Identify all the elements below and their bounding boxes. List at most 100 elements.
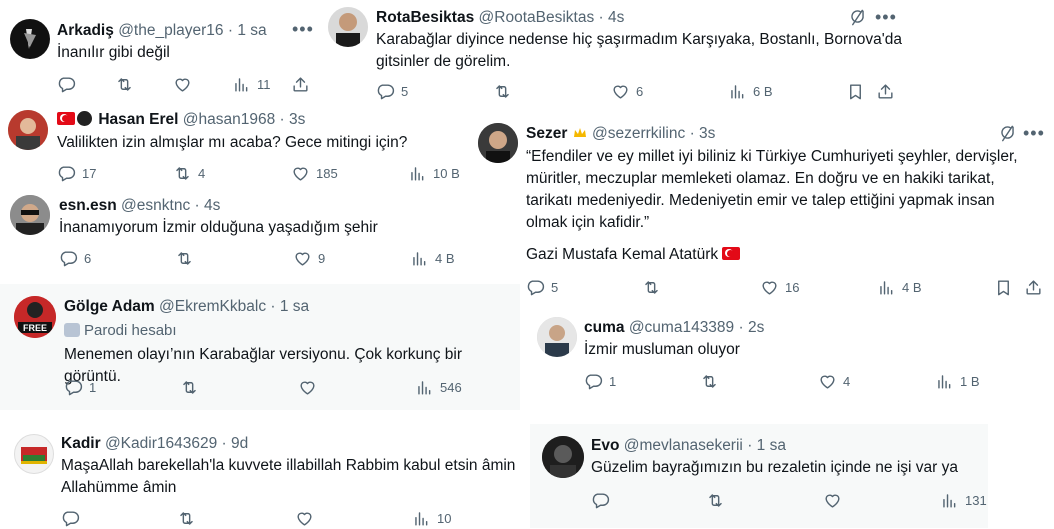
user-handle[interactable]: @mevlanasekerii bbox=[624, 437, 743, 454]
timestamp[interactable]: · 4s bbox=[195, 197, 221, 214]
like-button[interactable]: 6 bbox=[611, 82, 643, 101]
more-icon[interactable]: ••• bbox=[292, 19, 314, 40]
display-name[interactable]: Hasan Erel bbox=[98, 111, 178, 128]
avatar[interactable]: FREE bbox=[14, 296, 56, 338]
tweet-golge[interactable]: FREE Gölge Adam @EkremKkbalc · 1 sa Paro… bbox=[0, 284, 520, 410]
tweet-arkadis[interactable]: Arkadiş @the_player16 · 1 sa ••• İnanılı… bbox=[0, 0, 330, 100]
tweet-sezer[interactable]: Sezer @sezerrkilinc · 3s ••• “Efendiler … bbox=[468, 112, 1054, 308]
views-button[interactable]: 4 B bbox=[410, 249, 455, 268]
display-name[interactable]: esn.esn bbox=[59, 197, 117, 214]
tweet-esn[interactable]: esn.esn @esnktnc · 4s İnanamıyorum İzmir… bbox=[0, 190, 470, 282]
grok-button[interactable] bbox=[998, 124, 1017, 143]
retweet-button[interactable] bbox=[177, 509, 196, 528]
more-icon[interactable]: ••• bbox=[1023, 123, 1045, 144]
reply-button[interactable]: 6 bbox=[59, 249, 91, 268]
views-button[interactable]: 131 bbox=[940, 491, 987, 510]
timestamp[interactable]: · 9d bbox=[222, 435, 249, 452]
user-handle[interactable]: @Kadir1643629 bbox=[105, 435, 217, 452]
display-name[interactable]: Gölge Adam bbox=[64, 298, 155, 315]
timestamp[interactable]: · 3s bbox=[690, 125, 716, 142]
more-icon[interactable]: ••• bbox=[875, 7, 897, 28]
views-button[interactable]: 546 bbox=[415, 378, 462, 397]
retweet-button[interactable] bbox=[115, 75, 134, 94]
display-name[interactable]: Sezer bbox=[526, 125, 567, 142]
user-handle[interactable]: @cuma143389 bbox=[629, 319, 734, 336]
user-handle[interactable]: @hasan1968 bbox=[183, 111, 275, 128]
display-name[interactable]: RotaBesiktas bbox=[376, 9, 474, 26]
views-icon bbox=[728, 82, 747, 101]
views-button[interactable]: 4 B bbox=[877, 278, 922, 297]
timestamp[interactable]: · 2s bbox=[738, 319, 764, 336]
like-button[interactable] bbox=[823, 491, 842, 510]
grok-icon bbox=[998, 124, 1017, 143]
like-button[interactable]: 4 bbox=[818, 372, 850, 391]
display-name[interactable]: Arkadiş bbox=[57, 22, 114, 39]
views-button[interactable]: 11 bbox=[232, 75, 271, 94]
like-button[interactable] bbox=[173, 75, 192, 94]
display-name[interactable]: cuma bbox=[584, 319, 625, 336]
user-handle[interactable]: @RootaBesiktas bbox=[479, 9, 595, 26]
avatar[interactable] bbox=[8, 110, 48, 150]
reply-button[interactable]: 5 bbox=[526, 278, 558, 297]
retweet-button[interactable] bbox=[180, 378, 199, 397]
retweet-icon bbox=[175, 249, 194, 268]
bookmark-button[interactable] bbox=[846, 82, 865, 101]
avatar[interactable] bbox=[328, 7, 368, 47]
views-button[interactable]: 10 bbox=[412, 509, 451, 528]
avatar[interactable] bbox=[10, 19, 50, 59]
like-button[interactable]: 9 bbox=[293, 249, 325, 268]
retweet-button[interactable] bbox=[642, 278, 661, 297]
views-button[interactable]: 10 B bbox=[408, 164, 460, 183]
display-name[interactable]: Kadir bbox=[61, 435, 101, 452]
views-count: 10 bbox=[437, 511, 452, 526]
reply-button[interactable] bbox=[57, 75, 76, 94]
bookmark-button[interactable] bbox=[994, 278, 1013, 297]
retweet-button[interactable] bbox=[706, 491, 725, 510]
user-handle[interactable]: @EkremKkbalc bbox=[159, 298, 266, 315]
grok-button[interactable] bbox=[848, 8, 867, 27]
reply-button[interactable] bbox=[591, 491, 610, 510]
like-button[interactable] bbox=[298, 378, 317, 397]
views-button[interactable]: 6 B bbox=[728, 82, 773, 101]
timestamp[interactable]: · 1 sa bbox=[270, 298, 309, 315]
share-button[interactable] bbox=[1024, 278, 1043, 297]
retweet-button[interactable] bbox=[175, 249, 194, 268]
tweet-cuma[interactable]: cuma @cuma143389 · 2s İzmir musluman olu… bbox=[525, 310, 995, 400]
tweet-hasan[interactable]: Hasan Erel @hasan1968 · 3s Valilikten iz… bbox=[0, 100, 470, 190]
reply-button[interactable]: 5 bbox=[376, 82, 408, 101]
timestamp[interactable]: · 1 sa bbox=[747, 437, 786, 454]
timestamp[interactable]: · 3s bbox=[280, 111, 306, 128]
reply-button[interactable]: 1 bbox=[64, 378, 96, 397]
tweet-evo[interactable]: Evo @mevlanasekerii · 1 sa Güzelim bayra… bbox=[530, 424, 988, 528]
like-button[interactable] bbox=[295, 509, 314, 528]
share-button[interactable] bbox=[876, 82, 895, 101]
avatar[interactable] bbox=[14, 434, 54, 474]
tweet-kadir[interactable]: Kadir @Kadir1643629 · 9d MaşaAllah barek… bbox=[0, 425, 530, 528]
retweet-button[interactable] bbox=[493, 82, 512, 101]
timestamp[interactable]: · 4s bbox=[599, 9, 625, 26]
like-button[interactable]: 16 bbox=[760, 278, 799, 297]
action-bar: 1 4 1 B bbox=[584, 372, 994, 392]
avatar[interactable] bbox=[478, 123, 518, 163]
retweet-button[interactable] bbox=[700, 372, 719, 391]
share-button[interactable] bbox=[291, 75, 310, 94]
retweet-button[interactable]: 4 bbox=[173, 164, 205, 183]
retweet-icon bbox=[706, 491, 725, 510]
tweet-rota[interactable]: RotaBesiktas @RootaBesiktas · 4s ••• Kar… bbox=[320, 0, 910, 110]
reply-button[interactable]: 17 bbox=[57, 164, 96, 183]
reply-count: 6 bbox=[84, 251, 92, 266]
like-button[interactable]: 185 bbox=[291, 164, 338, 183]
views-button[interactable]: 1 B bbox=[935, 372, 980, 391]
avatar[interactable] bbox=[537, 317, 577, 357]
avatar[interactable] bbox=[10, 195, 50, 235]
display-name[interactable]: Evo bbox=[591, 437, 619, 454]
avatar[interactable] bbox=[542, 436, 584, 478]
reply-icon bbox=[376, 82, 395, 101]
reply-button[interactable]: 1 bbox=[584, 372, 616, 391]
user-handle[interactable]: @the_player16 bbox=[118, 22, 223, 39]
heart-icon bbox=[291, 164, 310, 183]
reply-button[interactable] bbox=[61, 509, 80, 528]
timestamp[interactable]: · 1 sa bbox=[228, 22, 267, 39]
user-handle[interactable]: @sezerrkilinc bbox=[592, 125, 685, 142]
user-handle[interactable]: @esnktnc bbox=[121, 197, 190, 214]
